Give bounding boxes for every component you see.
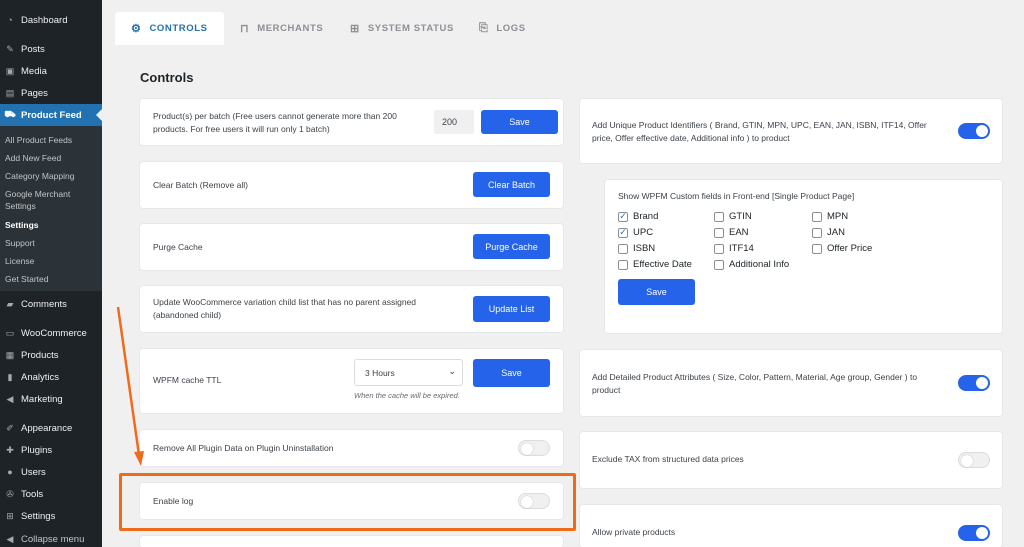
annotation-arrow	[116, 306, 144, 466]
annotation-highlight-box	[119, 473, 576, 531]
